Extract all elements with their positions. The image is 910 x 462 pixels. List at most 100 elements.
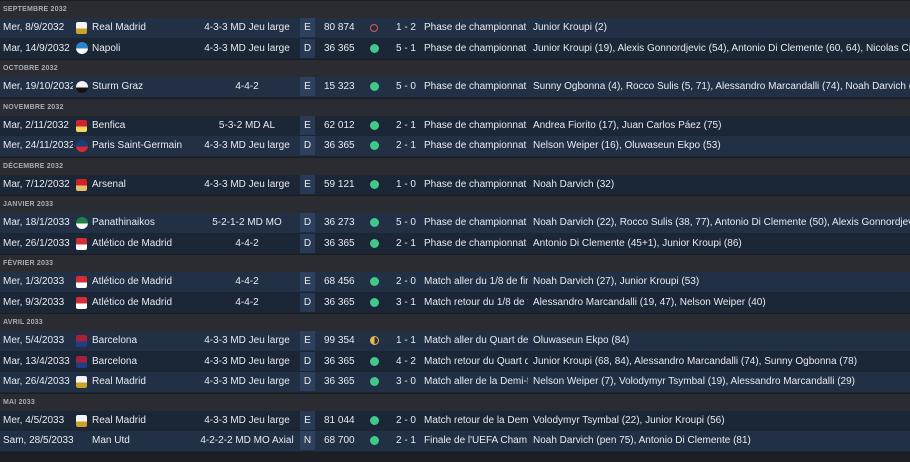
score-link[interactable]: 2 - 1 bbox=[390, 116, 422, 135]
opponent-link[interactable]: Atlético de Madrid bbox=[92, 234, 197, 253]
fixture-row[interactable]: Mer, 26/1/2033 Atlético de Madrid 4-4-2 36 … bbox=[0, 233, 910, 254]
opponent-link[interactable]: Real Madrid bbox=[92, 18, 197, 37]
fixture-row[interactable]: Mer, 8/9/2032 Real Madrid 4-3-3 MD Jeu lar… bbox=[0, 18, 910, 39]
fixture-row[interactable]: Mer, 4/5/2033 Real Madrid 4-3-3 MD Jeu lar… bbox=[0, 410, 910, 431]
atletico-crest-icon bbox=[76, 276, 87, 288]
score-link[interactable]: 2 - 1 bbox=[390, 234, 422, 253]
tactic-label: 5-3-2 MD AL bbox=[218, 119, 276, 131]
score-link[interactable]: 1 - 2 bbox=[390, 18, 422, 37]
scorers-text: Alessandro Marcandalli (19, 47), Nelson … bbox=[533, 296, 766, 308]
fixture-row[interactable]: Mar, 18/1/2033 Panathinaikos 5-2-1-2 MD MO… bbox=[0, 213, 910, 234]
venue-code: D bbox=[303, 217, 312, 228]
attendance-value: 68 456 bbox=[324, 276, 355, 287]
crest-cell bbox=[75, 175, 89, 194]
crest-cell bbox=[75, 18, 89, 37]
fixture-row[interactable]: Mer, 9/3/2033 Atlético de Madrid 4-4-2 36 3… bbox=[0, 292, 910, 313]
match-date: Mer, 5/4/2033 bbox=[3, 335, 65, 346]
scorers-text: Junior Kroupi (68, 84), Alessandro Marca… bbox=[533, 355, 858, 367]
tactic-label: 4-3-3 MD Jeu large bbox=[204, 335, 290, 346]
scorers-text: Antonio Di Clemente (45+1), Junior Kroup… bbox=[533, 237, 742, 249]
attendance-value: 36 365 bbox=[324, 237, 355, 249]
competition-label: Match aller du Quart de bbox=[424, 335, 528, 346]
opponent-link[interactable]: Arsenal bbox=[92, 175, 197, 194]
attendance-value: 15 323 bbox=[324, 81, 355, 92]
competition-label: Match aller du 1/8 de fin bbox=[424, 276, 528, 287]
venue-code: E bbox=[304, 22, 311, 33]
score-link[interactable]: 4 - 2 bbox=[390, 352, 422, 371]
tactic-label: 4-3-3 MD Jeu large bbox=[204, 414, 290, 426]
fixture-row[interactable]: Mar, 7/12/2032 Arsenal 4-3-3 MD Jeu large 5… bbox=[0, 174, 910, 195]
venue-code: E bbox=[304, 335, 311, 346]
score-link[interactable]: 3 - 0 bbox=[390, 372, 422, 391]
attendance-value: 68 700 bbox=[324, 435, 355, 446]
score-link[interactable]: 3 - 1 bbox=[390, 293, 422, 312]
score-link[interactable]: 2 - 0 bbox=[390, 411, 422, 430]
opponent-link[interactable]: Panathinaikos bbox=[92, 213, 197, 232]
score-link[interactable]: 5 - 1 bbox=[390, 39, 422, 58]
opponent-link[interactable]: Paris Saint-Germain bbox=[92, 136, 197, 155]
fixture-row[interactable]: Mer, 19/10/2032 Sturm Graz 4-4-2 15 323 5 - … bbox=[0, 77, 910, 98]
opponent-link[interactable]: Barcelona bbox=[92, 352, 197, 371]
fixture-row[interactable]: Mar, 13/4/2033 Barcelona 4-3-3 MD Jeu larg… bbox=[0, 351, 910, 372]
barcelona-crest-icon bbox=[76, 355, 87, 368]
result-cell bbox=[368, 234, 382, 253]
score-link[interactable]: 1 - 0 bbox=[390, 175, 422, 194]
result-cell bbox=[368, 331, 382, 350]
opponent-link[interactable]: Atlético de Madrid bbox=[92, 293, 197, 312]
match-date: Mer, 19/10/2032 bbox=[3, 81, 73, 92]
opponent-link[interactable]: Atlético de Madrid bbox=[92, 272, 197, 291]
fixture-row[interactable]: Sam, 28/5/2033 Man Utd 4-2-2-2 MD MO Axial… bbox=[0, 431, 910, 452]
fixture-row[interactable]: Mer, 5/4/2033 Barcelona 4-3-3 MD Jeu large… bbox=[0, 331, 910, 352]
competition-label: Phase de championnat bbox=[424, 119, 527, 131]
scorers-text: Oluwaseun Ekpo (84) bbox=[533, 335, 630, 346]
opponent-link[interactable]: Man Utd bbox=[92, 431, 197, 450]
scorers-text: Junior Kroupi (19), Alexis Gonnordjevic … bbox=[533, 42, 910, 54]
opponent-link[interactable]: Barcelona bbox=[92, 331, 197, 350]
napoli-crest-icon bbox=[76, 42, 88, 54]
opponent-link[interactable]: Benfica bbox=[92, 116, 197, 135]
opponent-link[interactable]: Sturm Graz bbox=[92, 77, 197, 96]
result-win-icon bbox=[370, 356, 379, 366]
competition-label: Match retour de la Demi bbox=[424, 414, 528, 426]
match-date: Sam, 28/5/2033 bbox=[3, 435, 73, 446]
result-win-icon bbox=[370, 179, 379, 189]
psg-crest-icon bbox=[76, 139, 88, 152]
opponent-link[interactable]: Real Madrid bbox=[92, 411, 197, 430]
attendance-value: 36 273 bbox=[324, 217, 355, 228]
opponent-link[interactable]: Napoli bbox=[92, 39, 197, 58]
tactic-label: 4-3-3 MD Jeu large bbox=[204, 355, 290, 367]
fixture-row[interactable]: Mar, 26/4/2033 Real Madrid 4-3-3 MD Jeu la… bbox=[0, 372, 910, 393]
opponent-link[interactable]: Real Madrid bbox=[92, 372, 197, 391]
result-cell bbox=[368, 431, 382, 450]
match-date: Mar, 7/12/2032 bbox=[3, 178, 70, 190]
attendance-value: 36 365 bbox=[324, 296, 355, 308]
tactic-label: 4-3-3 MD Jeu large bbox=[204, 22, 290, 33]
score-link[interactable]: 5 - 0 bbox=[390, 213, 422, 232]
real-madrid-crest-icon bbox=[76, 22, 87, 34]
fixture-row[interactable]: Mer, 24/11/2032 Paris Saint-Germain 4-3-3 … bbox=[0, 136, 910, 157]
fixture-row[interactable]: Mar, 2/11/2032 Benfica 5-3-2 MD AL 62 012 2 … bbox=[0, 115, 910, 136]
score-link[interactable]: 2 - 1 bbox=[390, 136, 422, 155]
crest-cell bbox=[75, 136, 89, 155]
result-win-icon bbox=[370, 297, 379, 307]
fixture-row[interactable]: Mer, 1/3/2033 Atlético de Madrid 4-4-2 68 4… bbox=[0, 272, 910, 293]
score-link[interactable]: 2 - 1 bbox=[390, 431, 422, 450]
competition-label: Phase de championnat bbox=[424, 140, 527, 151]
tactic-label: 4-3-3 MD Jeu large bbox=[204, 376, 290, 387]
fixture-row[interactable]: Mar, 14/9/2032 Napoli 4-3-3 MD Jeu large 36… bbox=[0, 38, 910, 59]
scorers-text: Volodymyr Tsymbal (22), Junior Kroupi (5… bbox=[533, 414, 725, 426]
venue-code: N bbox=[303, 435, 312, 446]
result-win-icon bbox=[370, 377, 379, 386]
result-cell bbox=[368, 116, 382, 135]
competition-label: Match aller de la Demi-f bbox=[424, 376, 528, 387]
match-date: Mar, 2/11/2032 bbox=[3, 119, 69, 131]
score-link[interactable]: 1 - 1 bbox=[390, 331, 422, 350]
score-link[interactable]: 5 - 0 bbox=[390, 77, 422, 96]
venue-code: D bbox=[303, 355, 312, 367]
score-link[interactable]: 2 - 0 bbox=[390, 272, 422, 291]
real-madrid-crest-icon bbox=[76, 376, 87, 388]
scorers-text: Noah Darvich (22), Rocco Sulis (38, 77),… bbox=[533, 217, 910, 228]
benfica-crest-icon bbox=[76, 119, 87, 132]
result-win-icon bbox=[370, 141, 379, 150]
result-cell bbox=[368, 175, 382, 194]
